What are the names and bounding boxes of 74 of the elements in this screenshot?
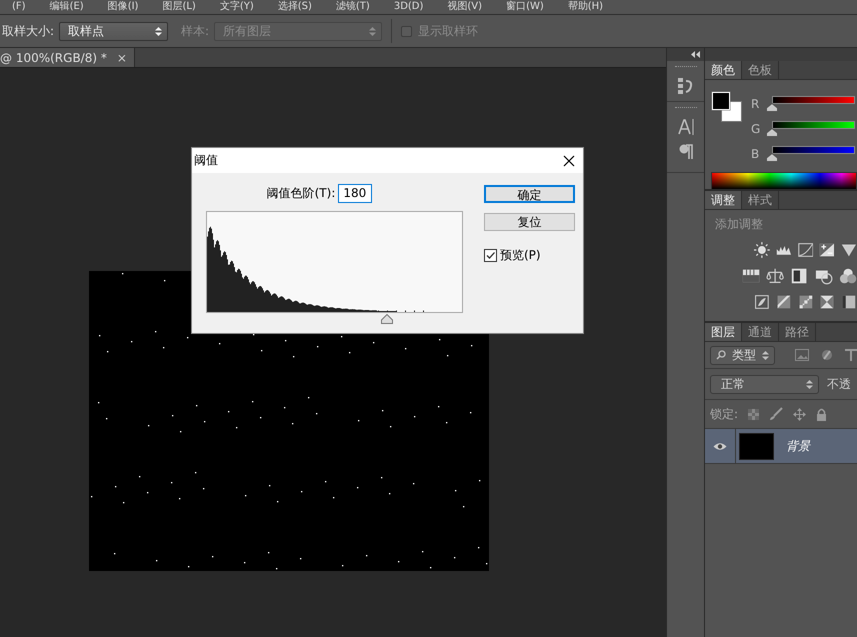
dialog-title: 阈值 [194, 152, 218, 169]
threshold-input-field[interactable]: 180 [338, 184, 372, 202]
close-icon[interactable] [563, 154, 575, 166]
up-down-arrows-icon [155, 26, 162, 36]
slider-thumb[interactable] [766, 102, 778, 112]
channel-label: R [751, 96, 760, 110]
document-title: @ 100%(RGB/8) * [0, 50, 107, 64]
color-slider[interactable] [766, 146, 857, 162]
option-label: 样本: [181, 22, 210, 40]
menu-item[interactable]: 图像(I) [96, 0, 150, 14]
collapse-icon[interactable] [691, 51, 700, 58]
document-tab[interactable]: @ 100%(RGB/8) * × [0, 48, 135, 67]
layer-thumbnail [739, 432, 774, 460]
color-slider[interactable] [766, 120, 857, 136]
menu-item[interactable]: (F) [0, 0, 38, 14]
channel-label: G [751, 122, 762, 136]
option-label: 取样大小: [2, 22, 54, 40]
slashed-square-icon[interactable] [754, 292, 770, 312]
menu-item[interactable]: 窗口(W) [494, 0, 556, 14]
up-down-arrows-icon [806, 380, 813, 388]
menu-item[interactable]: 编辑(E) [38, 0, 96, 14]
search-icon [716, 350, 726, 360]
panel-tab[interactable]: 调整 [705, 191, 742, 209]
menu-item[interactable]: 选择(S) [266, 0, 324, 14]
color-swatches-drawing[interactable] [711, 91, 743, 123]
color-spectrum[interactable] [711, 172, 857, 189]
up-down-arrows-icon [762, 350, 769, 360]
menu-item[interactable]: 3D(D) [382, 0, 436, 14]
checkbox-label: 显示取样环 [418, 22, 478, 40]
character-icon[interactable] [676, 118, 694, 136]
lock-label: 锁定: [710, 406, 738, 422]
slider-thumb[interactable] [766, 128, 778, 136]
panel-tab[interactable]: 通道 [742, 323, 779, 341]
type-filter-icon[interactable] [845, 349, 857, 361]
balance-scale-icon[interactable] [766, 266, 784, 286]
slider-thumb[interactable] [766, 152, 778, 162]
lock-icon[interactable] [816, 408, 828, 420]
filter-dropdown[interactable]: 类型 [710, 346, 775, 364]
panel-heading: 添加调整 [714, 216, 764, 233]
checkbox-label: 预览(P) [500, 247, 541, 264]
menu-item[interactable]: 滤镜(T) [324, 0, 382, 14]
curve-icon[interactable] [798, 240, 814, 260]
brightness-icon[interactable] [754, 240, 770, 260]
brush-lock-icon[interactable] [769, 407, 784, 421]
menu-item[interactable]: 图层(L) [150, 0, 208, 14]
panel-tab[interactable]: 色板 [742, 61, 779, 79]
adjustment-filter-icon[interactable] [821, 349, 833, 361]
half-square-icon[interactable] [790, 266, 809, 286]
eye-icon[interactable] [713, 442, 727, 450]
checkerboard-lock-icon[interactable] [748, 408, 760, 420]
menu-item[interactable]: 文字(Y) [208, 0, 266, 14]
panel-tab[interactable]: 图层 [705, 323, 742, 341]
panel-tab[interactable]: 颜色 [705, 61, 742, 79]
menu-item[interactable]: 视图(V) [435, 0, 494, 14]
reset-button[interactable]: 复位 [484, 213, 575, 231]
channel-label: B [751, 146, 760, 160]
three-circles-icon[interactable] [838, 266, 857, 286]
checkbox[interactable] [484, 249, 497, 262]
layer-name: 背景 [786, 438, 810, 454]
blend-mode-dropdown[interactable]: 正常 [710, 374, 819, 394]
history-icon[interactable] [676, 77, 694, 95]
layer-row[interactable]: 背景 [705, 428, 857, 464]
up-down-arrows-icon [369, 26, 376, 36]
ok-button[interactable]: 确定 [484, 185, 575, 203]
sample-size-dropdown[interactable]: 取样点 [59, 22, 168, 40]
menu-item[interactable]: 帮助(H) [556, 0, 616, 14]
move-lock-icon[interactable] [793, 408, 806, 420]
color-slider[interactable] [766, 96, 857, 112]
panel-tab[interactable]: 样式 [742, 191, 779, 209]
close-tab-button[interactable]: × [116, 50, 127, 64]
panel-tab[interactable]: 路径 [779, 323, 816, 341]
field-label: 阈值色阶(T): [266, 184, 336, 202]
paragraph-icon[interactable] [678, 144, 692, 160]
opacity-label: 不透 [827, 376, 851, 392]
